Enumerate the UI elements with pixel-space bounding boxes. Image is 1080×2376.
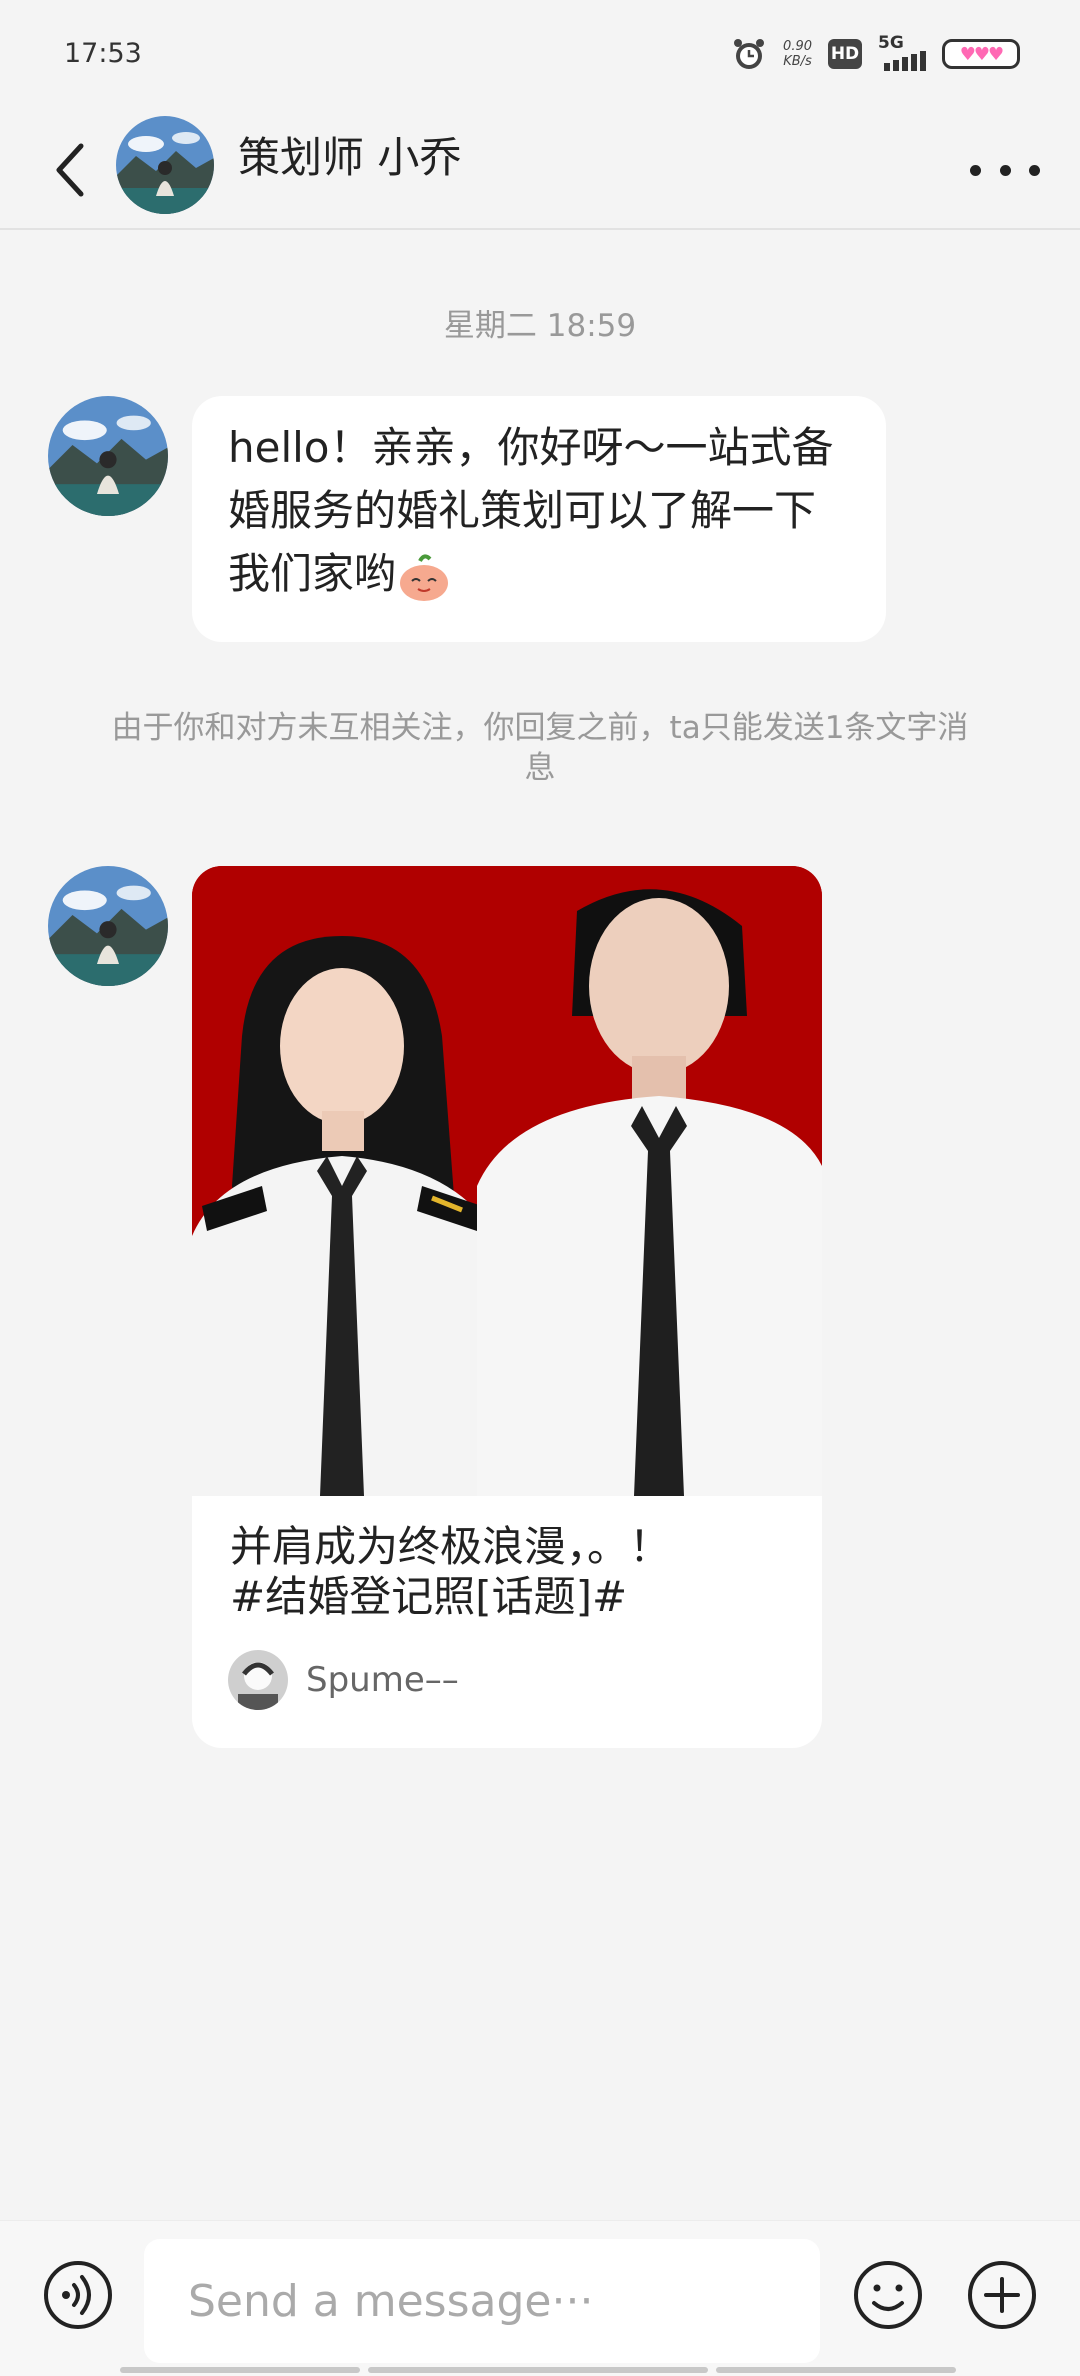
post-title: 并肩成为终极浪漫，。！ #结婚登记照[话题]# [230, 1522, 790, 1622]
author-name: Spume–– [306, 1660, 459, 1700]
signal-icon: 5G [878, 33, 926, 71]
post-title-line1: 并肩成为终极浪漫，。！ [230, 1522, 672, 1571]
alarm-icon [734, 39, 765, 69]
couple-photo [192, 866, 822, 1496]
post-photo [192, 866, 822, 1496]
shared-post-card[interactable]: 并肩成为终极浪漫，。！ #结婚登记照[话题]# Spume–– [192, 866, 822, 1748]
message-input[interactable] [144, 2239, 820, 2363]
hd-icon: HD [828, 39, 862, 69]
gesture-segment [716, 2367, 956, 2373]
message-text: hello！亲亲，你好呀～一站式备婚服务的婚礼策划可以了解一下我们家哟 [228, 423, 834, 598]
dot [970, 164, 981, 176]
status-bar: 17:53 0.90 KB/s HD 5G ♥♥♥ [0, 0, 1080, 110]
more-button[interactable] [970, 140, 1040, 200]
signal-bars [884, 51, 926, 71]
net-speed-unit: KB/s [783, 54, 812, 69]
system-notice: 由于你和对方未互相关注，你回复之前，ta只能发送1条文字消息 [111, 710, 969, 786]
voice-icon[interactable] [42, 2259, 114, 2331]
sender-avatar[interactable] [48, 396, 168, 516]
post-hashtag: #结婚登记照[话题]# [230, 1572, 628, 1621]
message-timestamp: 星期二 18:59 [443, 308, 637, 344]
net-speed-value: 0.90 [783, 39, 812, 54]
sender-avatar[interactable] [48, 866, 168, 986]
dot [1029, 164, 1040, 176]
author-avatar [228, 1650, 288, 1710]
status-icons: 0.90 KB/s HD 5G ♥♥♥ [731, 33, 1020, 72]
avatar-image [116, 116, 214, 214]
avatar-image [48, 396, 168, 516]
input-bar [0, 2220, 1080, 2376]
post-author: Spume–– [228, 1650, 459, 1710]
plus-icon[interactable] [966, 2259, 1038, 2331]
back-button[interactable] [40, 130, 98, 210]
net-speed: 0.90 KB/s [783, 39, 812, 69]
peach-emoji-icon [400, 553, 449, 601]
contact-avatar[interactable] [116, 116, 214, 214]
gesture-segment [368, 2367, 708, 2373]
gesture-bar [120, 2367, 960, 2375]
dot [999, 164, 1011, 176]
emoji-icon[interactable] [852, 2259, 924, 2331]
network-type: 5G [878, 33, 904, 53]
author-avatar-image [228, 1650, 288, 1710]
chat-header: 策划师 小乔 [0, 110, 1080, 230]
status-time: 17:53 [64, 38, 142, 69]
battery-icon: ♥♥♥ [942, 39, 1020, 69]
message-bubble[interactable]: hello！亲亲，你好呀～一站式备婚服务的婚礼策划可以了解一下我们家哟 [192, 396, 886, 642]
chevron-left-icon [56, 143, 84, 197]
gesture-segment [120, 2367, 360, 2373]
avatar-image [48, 866, 168, 986]
contact-name: 策划师 小乔 [238, 133, 462, 182]
